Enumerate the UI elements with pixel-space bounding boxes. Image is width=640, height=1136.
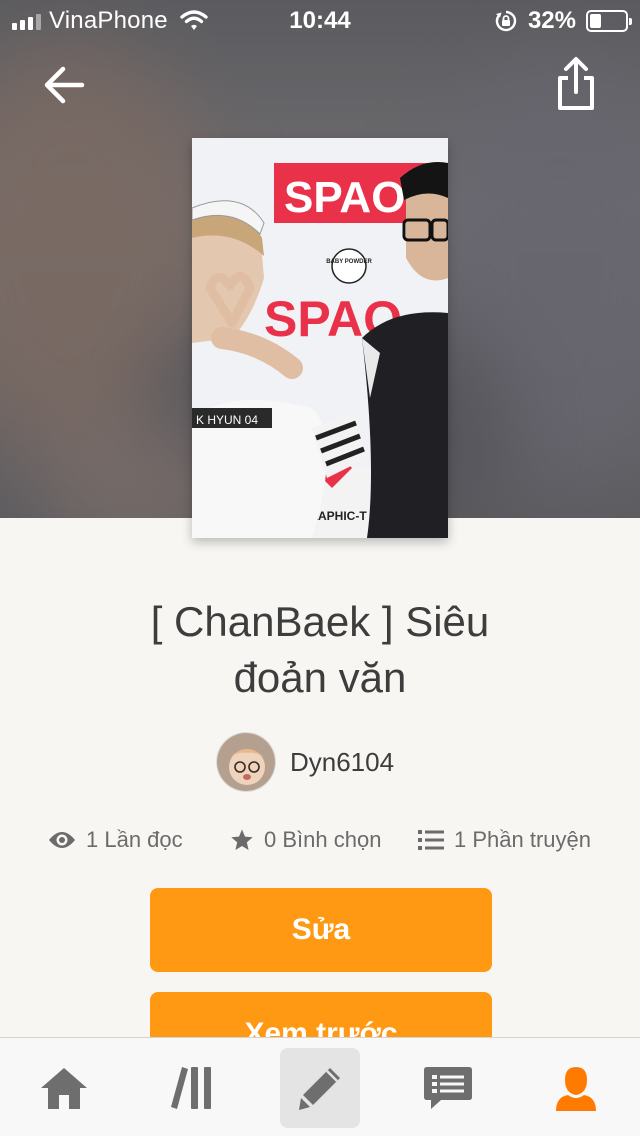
reads-stat: 1 Lần đọc bbox=[48, 822, 183, 858]
story-stats: 1 Lần đọc 0 Bình chọn 1 Phần truyện bbox=[0, 822, 640, 858]
sign-top-text: SPAO bbox=[284, 173, 405, 222]
story-title: [ ChanBaek ] Siêu đoản văn bbox=[150, 598, 490, 701]
battery-icon bbox=[586, 10, 632, 32]
star-icon bbox=[231, 829, 253, 850]
tab-home[interactable] bbox=[24, 1048, 104, 1128]
tab-bar bbox=[0, 1037, 640, 1136]
back-button[interactable] bbox=[38, 58, 92, 112]
tab-write[interactable] bbox=[280, 1048, 360, 1128]
author-name[interactable]: Dyn6104 bbox=[290, 747, 394, 778]
home-icon bbox=[41, 1068, 87, 1109]
cover-image: SPAO BABY POWDER SPAO GRAPHIC-T • SP K H… bbox=[192, 138, 448, 538]
parts-count: 1 Phần truyện bbox=[454, 827, 591, 852]
rotation-lock-icon bbox=[495, 10, 517, 32]
list-icon bbox=[418, 830, 444, 850]
author-avatar[interactable] bbox=[215, 732, 276, 792]
messages-icon bbox=[424, 1067, 472, 1109]
battery-percent: 32% bbox=[527, 7, 576, 34]
story-cover[interactable]: SPAO BABY POWDER SPAO GRAPHIC-T • SP K H… bbox=[192, 138, 448, 538]
votes-count: 0 Bình chọn bbox=[264, 827, 382, 852]
arrow-left-icon bbox=[44, 66, 85, 104]
edit-button[interactable]: Sửa bbox=[150, 888, 492, 972]
tab-messages[interactable] bbox=[408, 1048, 488, 1128]
votes-stat: 0 Bình chọn bbox=[230, 822, 381, 858]
tab-profile[interactable] bbox=[536, 1048, 616, 1128]
profile-icon bbox=[556, 1067, 596, 1111]
tab-library[interactable] bbox=[152, 1048, 232, 1128]
parts-stat: 1 Phần truyện bbox=[418, 822, 591, 858]
author-row[interactable]: Dyn6104 bbox=[0, 732, 640, 792]
shirt-text: K HYUN 04 bbox=[196, 413, 258, 427]
library-icon bbox=[171, 1067, 211, 1109]
reads-count: 1 Lần đọc bbox=[86, 827, 183, 852]
eye-icon bbox=[49, 832, 75, 848]
sticker-text: BABY POWDER bbox=[326, 259, 372, 265]
status-bar: VinaPhone 10:44 32% bbox=[0, 0, 640, 40]
share-button[interactable] bbox=[550, 54, 602, 114]
share-icon bbox=[558, 57, 594, 110]
write-icon bbox=[299, 1068, 340, 1110]
